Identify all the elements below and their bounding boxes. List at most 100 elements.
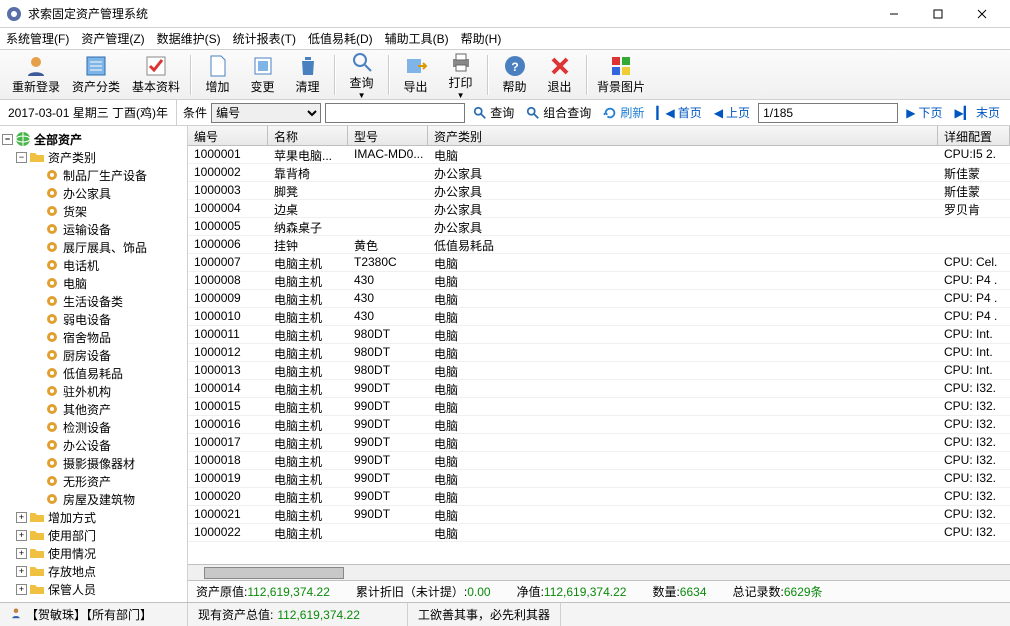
table-row[interactable]: 1000015电脑主机990DT电脑CPU: I32. (188, 398, 1010, 416)
col-id[interactable]: 编号 (188, 126, 268, 145)
table-row[interactable]: 1000017电脑主机990DT电脑CPU: I32. (188, 434, 1010, 452)
search-button[interactable]: 查询▼ (339, 48, 384, 102)
relogin-button[interactable]: 重新登录 (6, 52, 66, 97)
table-row[interactable]: 1000006挂钟黄色低值易耗品 (188, 236, 1010, 254)
tree-item[interactable]: 摄影摄像器材 (2, 454, 185, 472)
tree-group[interactable]: +使用部门 (2, 526, 185, 544)
table-row[interactable]: 1000005纳森桌子办公家具 (188, 218, 1010, 236)
horizontal-scrollbar[interactable] (188, 564, 1010, 580)
tree-item[interactable]: 低值易耗品 (2, 364, 185, 382)
add-button[interactable]: 增加 (195, 52, 240, 97)
col-cfg[interactable]: 详细配置 (938, 126, 1010, 145)
table-row[interactable]: 1000020电脑主机990DT电脑CPU: I32. (188, 488, 1010, 506)
refresh-link[interactable]: 刷新 (599, 104, 648, 121)
tree-item[interactable]: 展厅展具、饰品 (2, 238, 185, 256)
close-button[interactable] (960, 1, 1004, 27)
table-row[interactable]: 1000008电脑主机430电脑CPU: P4 . (188, 272, 1010, 290)
tree-item[interactable]: 电脑 (2, 274, 185, 292)
tree-item[interactable]: 电话机 (2, 256, 185, 274)
change-button[interactable]: 变更 (240, 52, 285, 97)
page-number-input[interactable] (758, 103, 898, 123)
table-row[interactable]: 1000016电脑主机990DT电脑CPU: I32. (188, 416, 1010, 434)
grid-panel: 编号 名称 型号 资产类别 详细配置 1000001苹果电脑...IMAC-MD… (188, 126, 1010, 602)
table-row[interactable]: 1000009电脑主机430电脑CPU: P4 . (188, 290, 1010, 308)
next-page-link[interactable]: ▶下页 (902, 104, 946, 121)
tree-item[interactable]: 制品厂生产设备 (2, 166, 185, 184)
tree-item[interactable]: 宿舍物品 (2, 328, 185, 346)
tree-item[interactable]: 办公设备 (2, 436, 185, 454)
collapse-icon[interactable]: − (2, 134, 13, 145)
table-row[interactable]: 1000007电脑主机T2380C电脑CPU: Cel. (188, 254, 1010, 272)
expand-icon[interactable]: + (16, 548, 27, 559)
menu-item[interactable]: 帮助(H) (461, 30, 502, 47)
basic-button[interactable]: 基本资料 (126, 52, 186, 97)
table-row[interactable]: 1000010电脑主机430电脑CPU: P4 . (188, 308, 1010, 326)
grid-body[interactable]: 1000001苹果电脑...IMAC-MD0...电脑CPU:I5 2.1000… (188, 146, 1010, 564)
prev-page-link[interactable]: ◀上页 (710, 104, 754, 121)
expand-icon[interactable]: + (16, 530, 27, 541)
table-row[interactable]: 1000014电脑主机990DT电脑CPU: I32. (188, 380, 1010, 398)
table-row[interactable]: 1000012电脑主机980DT电脑CPU: Int. (188, 344, 1010, 362)
table-row[interactable]: 1000013电脑主机980DT电脑CPU: Int. (188, 362, 1010, 380)
tree-item[interactable]: 生活设备类 (2, 292, 185, 310)
search-link[interactable]: 查询 (469, 104, 518, 121)
table-row[interactable]: 1000022电脑主机电脑CPU: I32. (188, 524, 1010, 542)
minimize-button[interactable] (872, 1, 916, 27)
menu-item[interactable]: 数据维护(S) (157, 30, 221, 47)
tree-group[interactable]: +存放地点 (2, 562, 185, 580)
tree-item[interactable]: 办公家具 (2, 184, 185, 202)
tree-item[interactable]: 运输设备 (2, 220, 185, 238)
menu-item[interactable]: 资产管理(Z) (81, 30, 144, 47)
tree-item[interactable]: 无形资产 (2, 472, 185, 490)
help-button[interactable]: ?帮助 (492, 52, 537, 97)
tree-group[interactable]: +保管人员 (2, 580, 185, 598)
table-row[interactable]: 1000002靠背椅办公家具斯佳蒙 (188, 164, 1010, 182)
table-row[interactable]: 1000003脚凳办公家具斯佳蒙 (188, 182, 1010, 200)
tree-group[interactable]: −资产类别 (2, 148, 185, 166)
table-row[interactable]: 1000011电脑主机980DT电脑CPU: Int. (188, 326, 1010, 344)
last-page-link[interactable]: ▶▎末页 (951, 104, 1004, 121)
tree-group[interactable]: +使用情况 (2, 544, 185, 562)
expand-icon[interactable]: + (16, 512, 27, 523)
table-row[interactable]: 1000004边桌办公家具罗贝肯 (188, 200, 1010, 218)
menu-item[interactable]: 统计报表(T) (233, 30, 296, 47)
tree-item[interactable]: 驻外机构 (2, 382, 185, 400)
tree-item[interactable]: 其他资产 (2, 400, 185, 418)
tree-item[interactable]: 货架 (2, 202, 185, 220)
filter-value-input[interactable] (325, 103, 465, 123)
first-page-link[interactable]: ▎◀首页 (652, 104, 705, 121)
col-cat[interactable]: 资产类别 (428, 126, 938, 145)
folder-icon (29, 509, 45, 525)
combine-search-link[interactable]: 组合查询 (522, 104, 595, 121)
menu-item[interactable]: 辅助工具(B) (385, 30, 449, 47)
col-name[interactable]: 名称 (268, 126, 348, 145)
maximize-button[interactable] (916, 1, 960, 27)
tree-item[interactable]: 厨房设备 (2, 346, 185, 364)
tree-group[interactable]: +增加方式 (2, 508, 185, 526)
filter-field-select[interactable]: 编号 (211, 103, 321, 123)
background-button[interactable]: 背景图片 (591, 52, 651, 97)
separator (334, 55, 335, 95)
expand-icon[interactable]: + (16, 584, 27, 595)
menu-item[interactable]: 系统管理(F) (6, 30, 69, 47)
col-model[interactable]: 型号 (348, 126, 428, 145)
dispose-button[interactable]: 清理 (285, 52, 330, 97)
gear-icon (44, 455, 60, 471)
tree-item[interactable]: 房屋及建筑物 (2, 490, 185, 508)
table-row[interactable]: 1000018电脑主机990DT电脑CPU: I32. (188, 452, 1010, 470)
collapse-icon[interactable]: − (16, 152, 27, 163)
expand-icon[interactable]: + (16, 566, 27, 577)
category-button[interactable]: 资产分类 (66, 52, 126, 97)
scroll-thumb[interactable] (204, 567, 344, 579)
gear-icon (44, 437, 60, 453)
table-row[interactable]: 1000019电脑主机990DT电脑CPU: I32. (188, 470, 1010, 488)
tree-item[interactable]: 弱电设备 (2, 310, 185, 328)
tree-item[interactable]: 检测设备 (2, 418, 185, 436)
tree-root[interactable]: −全部资产 (2, 130, 185, 148)
exit-button[interactable]: 退出 (537, 52, 582, 97)
table-row[interactable]: 1000021电脑主机990DT电脑CPU: I32. (188, 506, 1010, 524)
export-button[interactable]: 导出 (393, 52, 438, 97)
table-row[interactable]: 1000001苹果电脑...IMAC-MD0...电脑CPU:I5 2. (188, 146, 1010, 164)
menu-item[interactable]: 低值易耗(D) (308, 30, 373, 47)
print-button[interactable]: 打印▼ (438, 48, 483, 102)
